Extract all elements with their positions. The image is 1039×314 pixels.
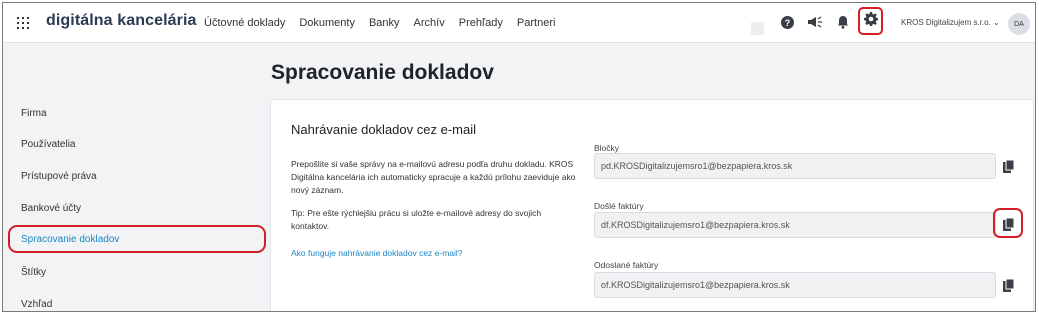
nav-item-partneri[interactable]: Partneri — [517, 17, 556, 29]
card-description: Prepošlite si vaše správy na e-mailovú a… — [291, 159, 576, 195]
email-field-blocky[interactable]: pd.KROSDigitalizujemsro1@bezpapiera.kros… — [594, 153, 996, 179]
blank-placeholder — [751, 22, 764, 35]
nav-item-prehlady[interactable]: Prehľady — [459, 17, 503, 29]
card-tip: Tip: Pre ešte rýchlejšiu prácu si uložte… — [291, 208, 542, 231]
email-field-dosle-faktury[interactable]: df.KROSDigitalizujemsro1@bezpapiera.kros… — [594, 212, 996, 238]
nav-item-banky[interactable]: Banky — [369, 17, 400, 29]
page-header: Spracovanie dokladov — [3, 43, 1035, 93]
main-nav: Účtovné doklady Dokumenty Banky Archív P… — [204, 17, 569, 29]
email-field-odoslane-faktury[interactable]: of.KROSDigitalizujemsro1@bezpapiera.kros… — [594, 272, 996, 298]
bell-icon[interactable] — [834, 12, 852, 32]
avatar[interactable]: DA — [1008, 13, 1030, 35]
apps-grid-icon[interactable] — [17, 17, 29, 29]
top-bar: digitálna kancelária Účtovné doklady Dok… — [3, 3, 1035, 43]
svg-text:?: ? — [784, 17, 790, 27]
field-label-odoslane-faktury: Odoslané faktúry — [594, 260, 659, 270]
field-label-blocky: Bločky — [594, 143, 620, 153]
page-title: Spracovanie dokladov — [271, 61, 494, 84]
sidebar-item-pristupove-prava[interactable]: Prístupové práva — [21, 171, 97, 182]
sidebar-item-pouzivatelia[interactable]: Používatelia — [21, 139, 75, 150]
sidebar-item-spracovanie-dokladov[interactable]: Spracovanie dokladov — [21, 234, 119, 245]
email-upload-card: Nahrávanie dokladov cez e-mail Prepošlit… — [270, 99, 1034, 311]
copy-icon[interactable] — [1001, 159, 1015, 173]
settings-highlight[interactable] — [858, 7, 883, 35]
card-title: Nahrávanie dokladov cez e-mail — [291, 122, 476, 137]
nav-item-dokumenty[interactable]: Dokumenty — [299, 17, 355, 29]
app-window: digitálna kancelária Účtovné doklady Dok… — [2, 2, 1036, 312]
copy-icon[interactable] — [1001, 217, 1015, 231]
nav-item-archiv[interactable]: Archív — [414, 17, 445, 29]
megaphone-icon[interactable] — [806, 12, 824, 32]
company-switcher[interactable]: KROS Digitalizujem s.r.o. ⌄ — [901, 18, 1000, 27]
sidebar-item-stitky[interactable]: Štítky — [21, 267, 46, 278]
nav-item-uctovne-doklady[interactable]: Účtovné doklady — [204, 17, 285, 29]
copy-icon[interactable] — [1001, 278, 1015, 292]
sidebar-item-vzhlad[interactable]: Vzhľad — [21, 299, 52, 310]
help-link[interactable]: Ako funguje nahrávanie dokladov cez e-ma… — [291, 248, 463, 258]
app-logo[interactable]: digitálna kancelária — [46, 12, 197, 30]
gear-icon[interactable] — [863, 11, 878, 31]
sidebar-item-bankove-ucty[interactable]: Bankové účty — [21, 203, 81, 214]
help-icon[interactable]: ? — [778, 12, 796, 32]
sidebar-item-firma[interactable]: Firma — [21, 108, 47, 119]
field-label-dosle-faktury: Došlé faktúry — [594, 201, 644, 211]
